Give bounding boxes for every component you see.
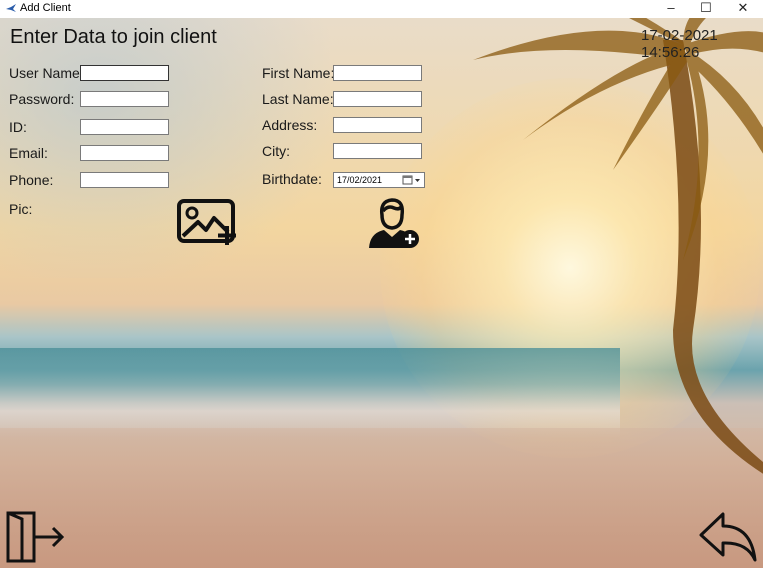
- firstname-input[interactable]: [333, 65, 422, 81]
- birthdate-picker[interactable]: 17/02/2021: [333, 172, 425, 188]
- username-label: User Name:: [9, 65, 84, 81]
- email-input[interactable]: [80, 145, 169, 161]
- lastname-label: Last Name:: [262, 91, 334, 107]
- firstname-label: First Name:: [262, 65, 335, 81]
- add-image-icon[interactable]: [176, 198, 238, 248]
- lastname-input[interactable]: [333, 91, 422, 107]
- page-title: Enter Data to join client: [10, 26, 217, 48]
- address-label: Address:: [262, 117, 318, 133]
- exit-door-icon[interactable]: [4, 510, 66, 564]
- datetime-display: 17-02-2021 14:56:26: [641, 27, 718, 61]
- phone-label: Phone:: [9, 172, 54, 188]
- app-icon: [6, 4, 16, 12]
- palm-tree-decoration: [473, 18, 763, 474]
- password-label: Password:: [9, 91, 75, 107]
- birthdate-value: 17/02/2021: [337, 175, 383, 185]
- password-input[interactable]: [80, 91, 169, 107]
- window-title: Add Client: [20, 2, 71, 14]
- birthdate-label: Birthdate:: [262, 171, 322, 187]
- close-button[interactable]: ✕: [726, 0, 760, 18]
- username-input[interactable]: [80, 65, 169, 81]
- email-label: Email:: [9, 145, 48, 161]
- maximize-button[interactable]: ☐: [689, 0, 723, 18]
- city-input[interactable]: [333, 143, 422, 159]
- city-label: City:: [262, 143, 290, 159]
- phone-input[interactable]: [80, 172, 169, 188]
- pic-label: Pic:: [9, 201, 33, 217]
- address-input[interactable]: [333, 117, 422, 133]
- back-arrow-icon[interactable]: [697, 510, 759, 564]
- id-input[interactable]: [80, 119, 169, 135]
- calendar-dropdown-icon[interactable]: [402, 174, 422, 186]
- minimize-button[interactable]: –: [654, 0, 688, 18]
- id-label: ID:: [9, 119, 27, 135]
- title-bar: Add Client – ☐ ✕: [0, 0, 763, 18]
- add-user-icon[interactable]: [366, 197, 422, 249]
